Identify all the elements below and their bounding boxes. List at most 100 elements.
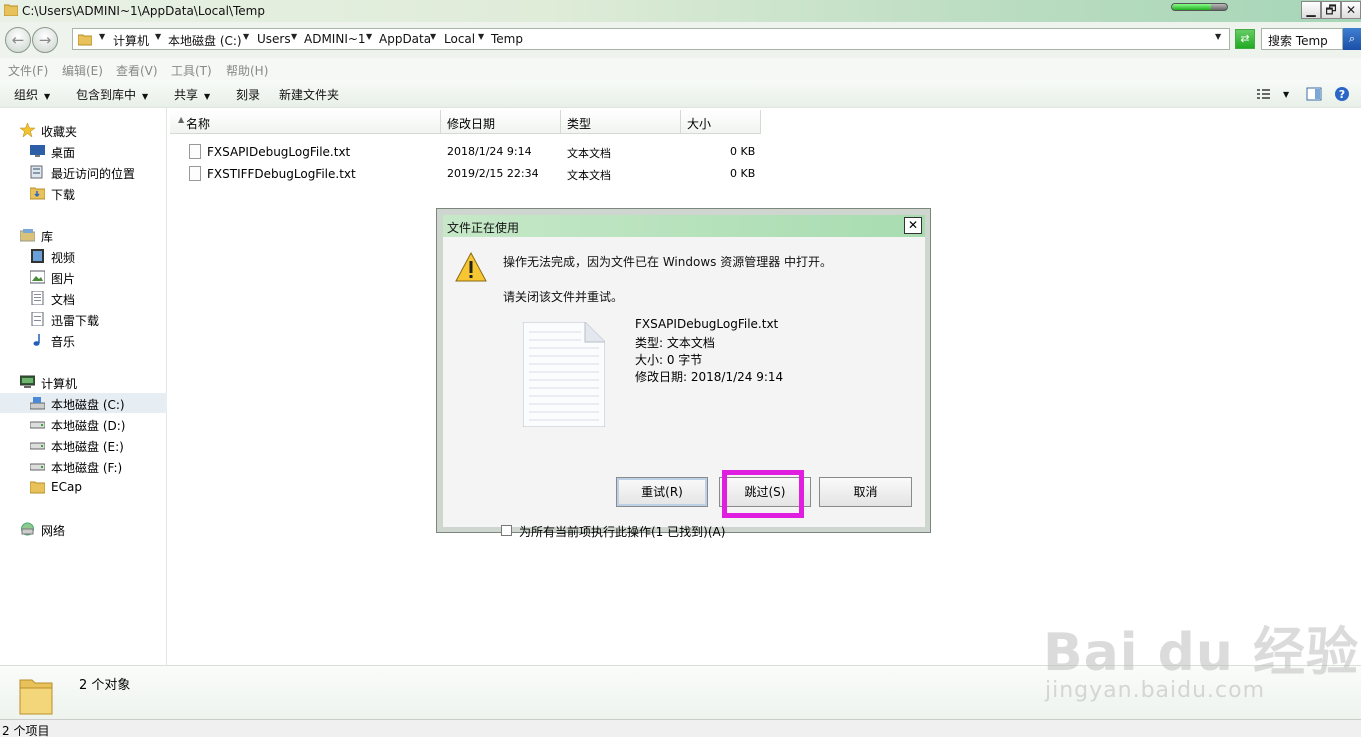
menu-file[interactable]: 文件(F)	[8, 62, 48, 79]
nav-label: ECap	[51, 480, 82, 494]
search-input[interactable]: 搜索 Temp	[1261, 28, 1343, 50]
chevron-down-icon[interactable]: ▼	[1283, 90, 1289, 99]
nav-drive-c[interactable]: 本地磁盘 (C:)	[0, 393, 167, 413]
column-header-size[interactable]: 大小	[681, 110, 761, 134]
minimize-button[interactable]: ▁	[1301, 1, 1321, 19]
new-folder-button[interactable]: 新建文件夹	[279, 86, 339, 103]
dialog-close-button[interactable]: ✕	[904, 217, 922, 234]
help-icon[interactable]: ?	[1334, 86, 1350, 102]
file-name: FXSTIFFDebugLogFile.txt	[207, 167, 356, 181]
status-bar: 2 个项目	[0, 719, 1361, 737]
nav-label: 本地磁盘 (E:)	[51, 440, 124, 454]
breadcrumb-local[interactable]: Local	[444, 32, 475, 46]
column-header-type[interactable]: 类型	[561, 110, 681, 134]
breadcrumb-users[interactable]: Users	[257, 32, 291, 46]
burn-button[interactable]: 刻录	[236, 86, 260, 103]
skip-highlight-annotation	[722, 470, 804, 518]
chevron-down-icon[interactable]: ▼	[478, 32, 484, 41]
column-header-name[interactable]: 名称 ▲	[170, 110, 441, 134]
title-bar: C:\Users\ADMINI~1\AppData\Local\Temp ▁ 🗗…	[0, 0, 1361, 22]
folder-icon	[30, 481, 45, 494]
menu-tools[interactable]: 工具(T)	[171, 62, 212, 79]
breadcrumb-appdata[interactable]: AppData	[379, 32, 431, 46]
nav-libraries[interactable]: 库	[0, 225, 167, 245]
nav-label: 最近访问的位置	[51, 167, 136, 181]
nav-recent[interactable]: 最近访问的位置	[0, 162, 167, 182]
menu-view[interactable]: 查看(V)	[116, 62, 158, 79]
nav-network[interactable]: 网络	[0, 519, 167, 539]
include-library-button[interactable]: 包含到库中 ▼	[76, 86, 148, 103]
column-label: 大小	[687, 117, 712, 131]
search-icon[interactable]: ⌕	[1343, 28, 1361, 50]
apply-all-label[interactable]: 为所有当前项执行此操作(1 已找到)(A)	[519, 523, 725, 540]
menu-help[interactable]: 帮助(H)	[226, 62, 268, 79]
file-row[interactable]: FXSTIFFDebugLogFile.txt 2019/2/15 22:34 …	[186, 164, 766, 184]
address-bar[interactable]: ▼ 计算机 ▼ 本地磁盘 (C:) ▼ Users ▼ ADMINI~1 ▼ A…	[72, 28, 1230, 50]
share-button[interactable]: 共享 ▼	[174, 86, 210, 103]
menu-bar: 文件(F) 编辑(E) 查看(V) 工具(T) 帮助(H)	[0, 58, 1361, 80]
nav-label: 本地磁盘 (F:)	[51, 461, 123, 475]
organize-button[interactable]: 组织 ▼	[14, 86, 50, 103]
video-icon	[31, 249, 44, 263]
close-button[interactable]: ✕	[1341, 1, 1361, 19]
nav-drive-d[interactable]: 本地磁盘 (D:)	[0, 414, 167, 434]
file-type: 文本文档	[567, 147, 611, 160]
restore-button[interactable]: 🗗	[1321, 1, 1341, 19]
nav-drive-f[interactable]: 本地磁盘 (F:)	[0, 456, 167, 476]
cancel-button[interactable]: 取消	[819, 477, 912, 507]
breadcrumb-admini[interactable]: ADMINI~1	[304, 32, 366, 46]
nav-drive-e[interactable]: 本地磁盘 (E:)	[0, 435, 167, 455]
retry-button[interactable]: 重试(R)	[616, 477, 708, 507]
star-icon	[20, 123, 35, 137]
document-icon	[31, 291, 44, 305]
nav-computer[interactable]: 计算机	[0, 372, 167, 392]
back-button[interactable]: ←	[5, 27, 31, 53]
nav-downloads[interactable]: 下载	[0, 183, 167, 203]
object-count: 2 个对象	[79, 678, 131, 693]
navigation-pane: 收藏夹 桌面 最近访问的位置 下载 库 视频 图片 文档 迅雷下载 音乐 计算机	[0, 108, 167, 665]
chevron-down-icon[interactable]: ▼	[430, 32, 436, 41]
address-history-dropdown[interactable]: ▼	[1215, 32, 1221, 41]
chevron-down-icon[interactable]: ▼	[99, 32, 105, 41]
breadcrumb-computer[interactable]: 计算机	[113, 32, 149, 49]
forward-button[interactable]: →	[32, 27, 58, 53]
preview-pane-icon[interactable]	[1306, 86, 1322, 102]
progress-fill	[1172, 4, 1211, 10]
nav-ecap[interactable]: ECap	[0, 477, 167, 497]
nav-pictures[interactable]: 图片	[0, 267, 167, 287]
nav-music[interactable]: 音乐	[0, 330, 167, 350]
file-row[interactable]: FXSAPIDebugLogFile.txt 2018/1/24 9:14 文本…	[186, 142, 766, 162]
column-header-modified[interactable]: 修改日期	[441, 110, 561, 134]
view-options-icon[interactable]	[1256, 86, 1272, 102]
nav-videos[interactable]: 视频	[0, 246, 167, 266]
apply-all-checkbox[interactable]	[501, 525, 512, 536]
breadcrumb-temp[interactable]: Temp	[491, 32, 523, 46]
warning-icon	[455, 252, 487, 282]
include-library-label: 包含到库中	[76, 88, 137, 102]
organize-label: 组织	[14, 88, 39, 102]
nav-documents[interactable]: 文档	[0, 288, 167, 308]
nav-label: 文档	[51, 293, 76, 307]
dialog-body: 操作无法完成，因为文件已在 Windows 资源管理器 中打开。 请关闭该文件并…	[443, 237, 925, 539]
nav-desktop[interactable]: 桌面	[0, 141, 167, 161]
menu-edit[interactable]: 编辑(E)	[62, 62, 103, 79]
system-drive-icon	[30, 397, 45, 410]
desktop-icon	[30, 145, 45, 157]
chevron-down-icon[interactable]: ▼	[155, 32, 161, 41]
drive-icon	[30, 463, 45, 471]
chevron-down-icon[interactable]: ▼	[243, 32, 249, 41]
dialog-file-name: FXSAPIDebugLogFile.txt	[635, 317, 779, 331]
chevron-down-icon[interactable]: ▼	[291, 32, 297, 41]
folder-icon	[78, 34, 92, 46]
breadcrumb-drive-c[interactable]: 本地磁盘 (C:)	[168, 32, 242, 49]
nav-favorites[interactable]: 收藏夹	[0, 120, 167, 140]
address-row: ← → ▼ 计算机 ▼ 本地磁盘 (C:) ▼ Users ▼ ADMINI~1…	[0, 22, 1361, 58]
chevron-down-icon[interactable]: ▼	[366, 32, 372, 41]
refresh-icon[interactable]: ⇄	[1235, 29, 1255, 49]
dialog-file-type: 类型: 文本文档	[635, 336, 715, 350]
text-document-thumbnail-icon	[523, 322, 605, 427]
nav-label: 本地磁盘 (C:)	[51, 398, 125, 412]
recent-places-icon	[30, 165, 43, 179]
file-size: 0 KB	[730, 167, 756, 180]
nav-xunlei[interactable]: 迅雷下载	[0, 309, 167, 329]
